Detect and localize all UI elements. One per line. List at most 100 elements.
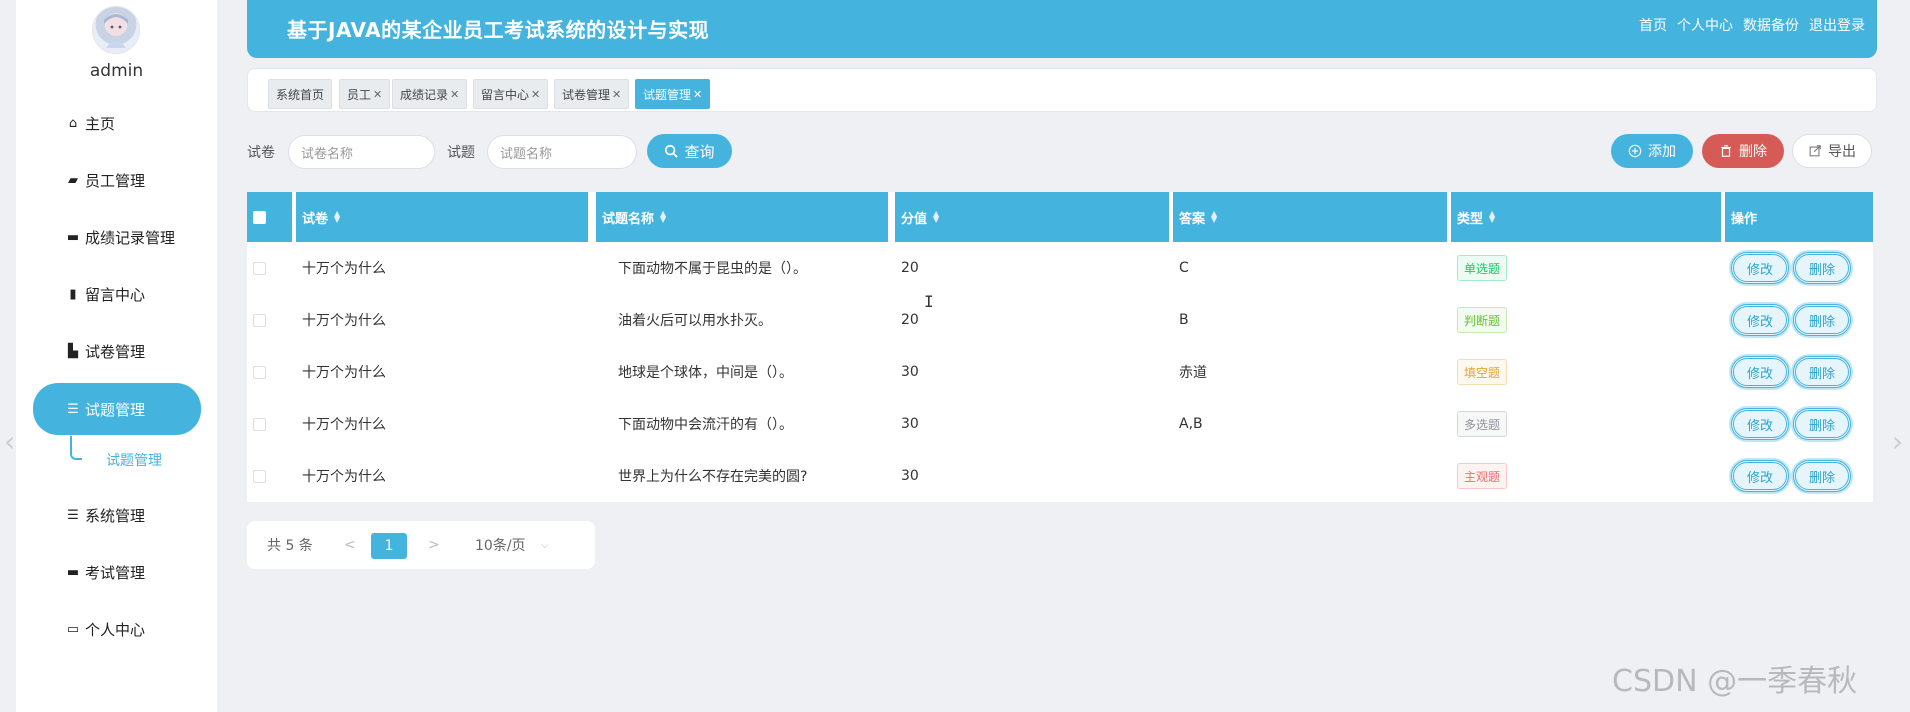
tag-employees[interactable]: 员工 ✕ bbox=[339, 79, 391, 109]
cell-question-text: 地球是个球体，中间是（）。 bbox=[618, 365, 793, 381]
row-checkbox[interactable] bbox=[253, 365, 266, 379]
edit-button[interactable]: 修改 bbox=[1731, 408, 1789, 440]
sort-icon[interactable]: ▲ ▼ bbox=[334, 210, 340, 224]
delete-button[interactable]: 删除 bbox=[1793, 252, 1851, 284]
sidebar-item-profile[interactable]: ▭ 个人中心 bbox=[33, 604, 201, 654]
cell-paper: 十万个为什么 bbox=[296, 450, 588, 502]
tag-score-records[interactable]: 成绩记录 ✕ bbox=[392, 79, 468, 109]
sidebar-item-employees[interactable]: ▰ 员工管理 bbox=[33, 155, 201, 205]
chevron-right-icon[interactable]: › bbox=[1892, 425, 1903, 458]
row-checkbox[interactable] bbox=[253, 417, 266, 431]
tree-line bbox=[70, 436, 82, 460]
row-select-cell bbox=[247, 346, 292, 398]
type-badge: 填空题 bbox=[1457, 359, 1508, 385]
wallet-icon: ▰ bbox=[68, 172, 78, 188]
sort-icon[interactable]: ▲ ▼ bbox=[1489, 210, 1495, 224]
tag-questions[interactable]: 试题管理 ✕ bbox=[635, 79, 711, 109]
header-select-all[interactable] bbox=[247, 192, 292, 242]
avatar[interactable] bbox=[92, 6, 140, 54]
sidebar-item-questions[interactable]: ☰ 试题管理 bbox=[33, 383, 201, 435]
row-select-cell bbox=[247, 242, 292, 294]
query-button[interactable]: 查询 bbox=[647, 134, 732, 168]
header-col-type[interactable]: 类型 ▲ ▼ bbox=[1451, 192, 1721, 242]
username: admin bbox=[89, 61, 144, 81]
cell-question: 地球是个球体，中间是（）。 bbox=[596, 346, 888, 398]
edit-button[interactable]: 修改 bbox=[1731, 304, 1789, 336]
sidebar-item-system[interactable]: ☰ 系统管理 bbox=[33, 490, 201, 540]
cell-score-text: 20 bbox=[901, 260, 919, 276]
sidebar-item-papers[interactable]: ▙ 试卷管理 bbox=[33, 326, 201, 376]
sidebar-item-exams[interactable]: ▬ 考试管理 bbox=[33, 547, 201, 597]
row-checkbox[interactable] bbox=[253, 469, 266, 483]
sidebar-item-scores[interactable]: ▬ 成绩记录管理 bbox=[33, 212, 201, 262]
add-button[interactable]: 添加 bbox=[1611, 134, 1693, 168]
tags-bar: 系统首页 员工 ✕ 成绩记录 ✕ 留言中心 ✕ 试卷管理 ✕ 试题管理 ✕ bbox=[247, 68, 1877, 112]
edit-button[interactable]: 修改 bbox=[1731, 460, 1789, 492]
sort-icon[interactable]: ▲ ▼ bbox=[1211, 210, 1217, 224]
tag-system-home[interactable]: 系统首页 bbox=[268, 79, 333, 109]
page-1-button[interactable]: 1 bbox=[371, 533, 407, 559]
question-search-input[interactable]: 试题名称 bbox=[487, 135, 637, 169]
table-header: 试卷 ▲ ▼ 试题名称 ▲ ▼ 分值 ▲ ▼ 答案 ▲ ▼ 类型 ▲ ▼ 操作 bbox=[247, 192, 1873, 242]
list-icon: ☰ bbox=[67, 401, 79, 417]
export-icon bbox=[1809, 145, 1821, 157]
sidebar-item-label: 考试管理 bbox=[85, 563, 146, 582]
page-title: 基于JAVA的某企业员工考试系统的设计与实现 bbox=[287, 18, 710, 42]
header-col-question[interactable]: 试题名称 ▲ ▼ bbox=[596, 192, 888, 242]
close-icon[interactable]: ✕ bbox=[373, 88, 382, 101]
nav-logout-link[interactable]: 退出登录 bbox=[1809, 15, 1865, 35]
text-cursor-icon: I bbox=[924, 292, 934, 311]
paper-search-input[interactable]: 试卷名称 bbox=[288, 135, 435, 169]
monitor-icon: ▬ bbox=[66, 229, 80, 245]
cell-score: 20 bbox=[895, 294, 1169, 346]
delete-button[interactable]: 删除 bbox=[1793, 356, 1851, 388]
tag-messages[interactable]: 留言中心 ✕ bbox=[473, 79, 549, 109]
sidebar-item-label: 个人中心 bbox=[85, 620, 146, 639]
cell-score: 30 bbox=[895, 398, 1169, 450]
cell-actions: 修改 删除 bbox=[1725, 398, 1873, 450]
header-col-paper[interactable]: 试卷 ▲ ▼ bbox=[296, 192, 588, 242]
pagination-total: 共 5 条 bbox=[267, 538, 313, 554]
close-icon[interactable]: ✕ bbox=[531, 88, 540, 101]
tag-papers[interactable]: 试卷管理 ✕ bbox=[554, 79, 630, 109]
cell-actions: 修改 删除 bbox=[1725, 294, 1873, 346]
sidebar-item-messages[interactable]: ▮ 留言中心 bbox=[33, 269, 201, 319]
edit-button[interactable]: 修改 bbox=[1731, 356, 1789, 388]
cell-answer: 赤道 bbox=[1173, 346, 1447, 398]
page-size-select[interactable]: 10条/页 bbox=[475, 535, 526, 555]
chevron-left-icon[interactable]: ‹ bbox=[4, 425, 15, 458]
export-button[interactable]: 导出 bbox=[1792, 134, 1872, 168]
tag-label: 试题管理 bbox=[643, 87, 692, 102]
edit-button[interactable]: 修改 bbox=[1731, 252, 1789, 284]
home-icon: ⌂ bbox=[68, 115, 78, 131]
close-icon[interactable]: ✕ bbox=[693, 88, 702, 101]
chevron-down-icon[interactable]: ⌵ bbox=[541, 540, 549, 551]
nav-profile-link[interactable]: 个人中心 bbox=[1677, 15, 1733, 35]
close-icon[interactable]: ✕ bbox=[612, 88, 621, 101]
table-row: 十万个为什么 下面动物中会流汗的有（）。 30 A,B 多选题 修改 删除 bbox=[247, 398, 1873, 450]
sidebar-item-home[interactable]: ⌂ 主页 bbox=[33, 98, 201, 148]
delete-button[interactable]: 删除 bbox=[1793, 460, 1851, 492]
delete-button[interactable]: 删除 bbox=[1793, 408, 1851, 440]
header-col-answer[interactable]: 答案 ▲ ▼ bbox=[1173, 192, 1447, 242]
cell-question: 下面动物不属于昆虫的是（）。 bbox=[596, 242, 888, 294]
submenu-questions[interactable]: 试题管理 bbox=[70, 436, 200, 476]
row-checkbox[interactable] bbox=[253, 313, 266, 327]
cell-paper: 十万个为什么 bbox=[296, 346, 588, 398]
delete-button[interactable]: 删除 bbox=[1793, 304, 1851, 336]
next-page-button[interactable]: > bbox=[428, 537, 440, 553]
sort-icon[interactable]: ▲ ▼ bbox=[660, 210, 666, 224]
close-icon[interactable]: ✕ bbox=[450, 88, 459, 101]
prev-page-button[interactable]: < bbox=[344, 537, 356, 553]
type-badge: 单选题 bbox=[1457, 255, 1508, 281]
nav-home-link[interactable]: 首页 bbox=[1639, 15, 1667, 35]
select-all-checkbox[interactable] bbox=[253, 210, 266, 224]
submenu-item-label: 试题管理 bbox=[106, 453, 162, 469]
cell-question-text: 下面动物中会流汗的有（）。 bbox=[618, 417, 793, 433]
sort-icon[interactable]: ▲ ▼ bbox=[933, 210, 939, 224]
nav-backup-link[interactable]: 数据备份 bbox=[1743, 15, 1799, 35]
batch-delete-button[interactable]: 删除 bbox=[1702, 134, 1784, 168]
row-checkbox[interactable] bbox=[253, 261, 266, 275]
header-col-score[interactable]: 分值 ▲ ▼ bbox=[895, 192, 1169, 242]
cell-paper: 十万个为什么 bbox=[296, 398, 588, 450]
